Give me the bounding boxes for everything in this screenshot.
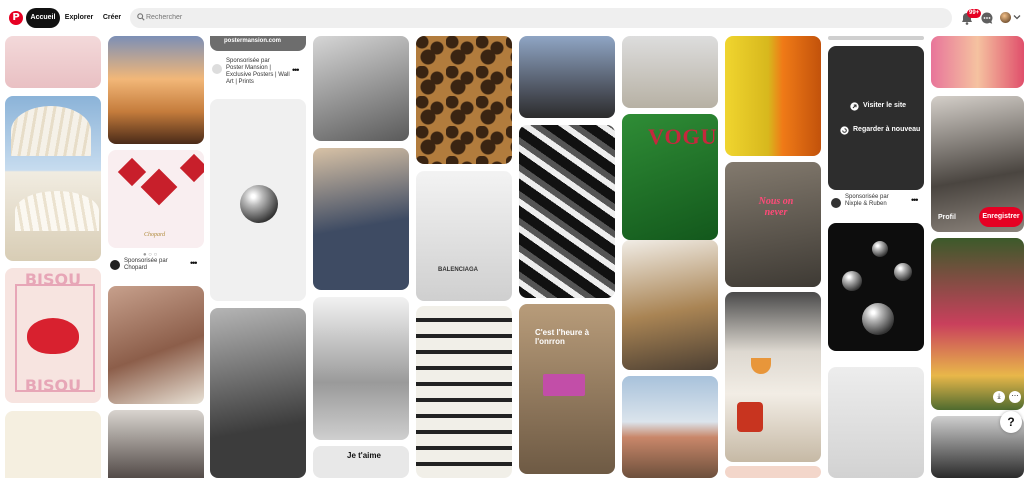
download-icon[interactable]: ⤓ [993,391,1005,403]
help-button[interactable]: ? [1000,411,1022,433]
heart-shape [140,168,178,206]
postermansion-avatar[interactable] [212,64,222,74]
search-input[interactable] [146,9,936,26]
pin-bathroom[interactable] [828,367,924,478]
save-button[interactable]: Enregistrer [979,207,1023,227]
pin-leopard-print[interactable] [416,36,512,164]
messages-icon[interactable] [980,11,994,25]
pin-cat-food-ad[interactable]: C'est l'heure à l'onrron [519,304,615,474]
poster-text-top: BISOU [24,270,82,289]
pinterest-logo-icon[interactable]: P [9,11,23,25]
pin-parasols[interactable] [5,96,101,261]
pin-street-style[interactable] [108,410,204,478]
pin-gold-necklace[interactable] [313,148,409,290]
chevron-down-icon[interactable] [1013,13,1021,21]
book-spine-text: BALENCIAGA [438,267,478,273]
pin-disco-balls[interactable] [828,223,924,351]
pin-nixple-video[interactable]: Visiter le site Regarder à nouveau [828,46,924,190]
pin-magazine-collage[interactable] [519,125,615,298]
pin-cream[interactable] [5,411,101,478]
pin-zebra-heels[interactable] [622,240,718,370]
visit-site-button[interactable]: Visiter le site [863,102,906,109]
poster-text-bottom: BISOU [24,376,82,395]
chopard-avatar[interactable] [110,260,120,270]
jetaime-text: Je t'aime [347,451,381,460]
spritz-glass [737,402,763,432]
pin-grid: BISOU BISOU Chopard ● ○ ○ Sponsorisée pa… [0,36,1024,478]
disco-ball-graphic [842,271,862,291]
more-options-icon[interactable]: ⋯ [1009,391,1021,403]
heart-shape [117,157,147,187]
sponsored-label: Sponsorisée par [124,258,168,264]
pin-bw-portrait[interactable] [210,308,306,478]
sponsored-label: Sponsorisée par [226,58,270,64]
lips-graphic [27,318,79,354]
cocktail-glass [751,358,771,374]
pin-sunset-dinner[interactable] [108,36,204,144]
chopard-watermark: Chopard [144,232,166,238]
nav-explore-button[interactable]: Explorer [62,8,96,28]
pin-top-sliver[interactable] [828,36,924,40]
pin-pink-illustration[interactable] [5,36,101,88]
heart-shape [179,153,204,183]
disco-ball-graphic [872,241,888,257]
advertiser-name[interactable]: Poster Mansion | Exclusive Posters | Wal… [226,65,290,85]
pin-disco-ball-ad[interactable] [210,99,306,301]
advertiser-name[interactable]: Nixple & Ruben [845,201,887,207]
pin-bisou-poster[interactable]: BISOU BISOU [5,268,101,403]
pin-cinque-terre[interactable] [622,376,718,478]
nixple-sponsor-meta: Sponsorisée par Nixple & Ruben [845,194,905,208]
pin-balloon-dog-books[interactable]: BALENCIAGA [416,171,512,301]
disco-ball-graphic [240,185,278,223]
vogue-text: VOGUE [648,124,718,149]
parasol-shape [11,106,91,156]
pin-vogue-green[interactable]: VOGUE [622,114,718,240]
advertiser-name[interactable]: Chopard [124,265,147,271]
parasol-shape [15,191,99,231]
disco-ball-graphic [894,263,912,281]
more-options-icon[interactable]: ••• [911,195,919,205]
pin-cocktails[interactable] [725,292,821,462]
ad-tagline: C'est l'heure à l'onrron [535,328,590,346]
product-box [543,374,585,396]
arrow-up-right-icon [850,102,859,111]
image-caption: postermansion.com [224,38,282,44]
more-options-icon[interactable]: ••• [292,65,300,75]
nixple-avatar[interactable] [831,198,841,208]
pin-yellow-car[interactable] [725,36,821,156]
search-icon [137,13,145,21]
pin-flower-market[interactable] [931,238,1024,410]
top-bar: P Accueil Explorer Créer 99+ [0,0,1024,36]
pin-peach[interactable] [725,466,821,478]
pin-neon-sign[interactable]: Nous on never [725,162,821,287]
pin-photo-collage[interactable] [622,36,718,108]
pin-nyc-street[interactable] [519,36,615,118]
postermansion-sponsor-meta: Sponsorisée par Poster Mansion | Exclusiv… [226,58,290,86]
profile-board-selector[interactable]: Profil [938,214,956,221]
pin-chanel-surf[interactable] [313,297,409,440]
replay-icon [840,126,849,135]
pin-strapless-top[interactable] [108,286,204,404]
sponsored-label: Sponsorisée par [845,194,889,200]
pin-coffee-portrait[interactable] [313,36,409,141]
pin-chopard-necklace[interactable]: Chopard [108,150,204,248]
neon-text: Nous on never [758,196,794,218]
search-bar[interactable] [130,8,952,28]
pin-jetaime[interactable]: Je t'aime [313,446,409,478]
nav-create-button[interactable]: Créer [98,8,126,28]
nav-home-button[interactable]: Accueil [26,8,60,28]
rewatch-button[interactable]: Regarder à nouveau [853,126,920,133]
user-avatar[interactable] [1000,12,1011,23]
chopard-sponsor-meta: Sponsorisée par Chopard [124,258,184,272]
pin-vintage-car[interactable] [416,306,512,478]
pin-postermansion-image[interactable]: postermansion.com [210,36,306,51]
disco-ball-graphic [862,303,894,335]
pin-flowers-bouquet[interactable] [931,36,1024,88]
more-options-icon[interactable]: ••• [190,258,198,268]
